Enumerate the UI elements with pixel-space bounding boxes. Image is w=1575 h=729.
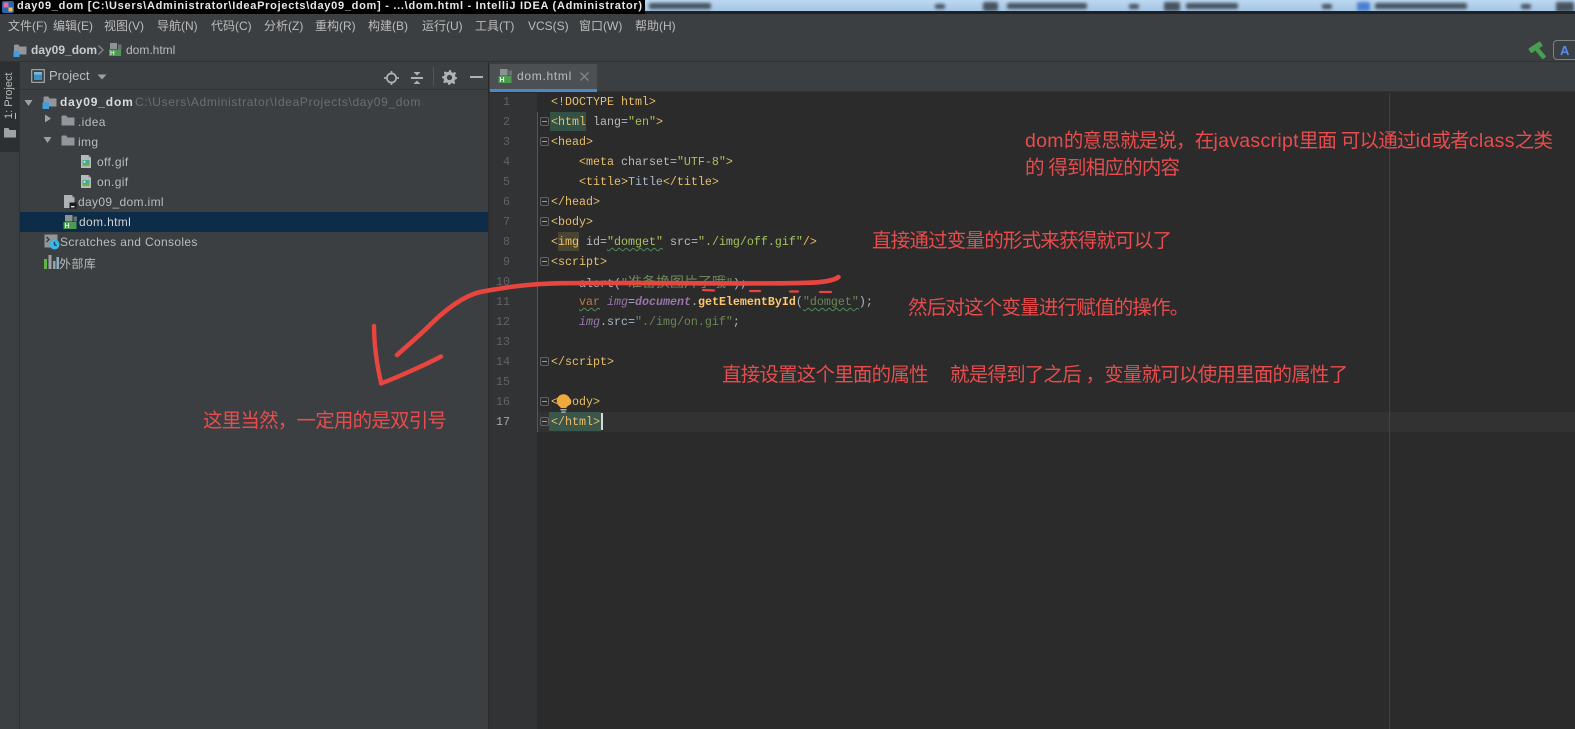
svg-text:H: H bbox=[65, 223, 70, 230]
svg-text:H: H bbox=[110, 50, 115, 57]
svg-text:H: H bbox=[500, 77, 505, 84]
